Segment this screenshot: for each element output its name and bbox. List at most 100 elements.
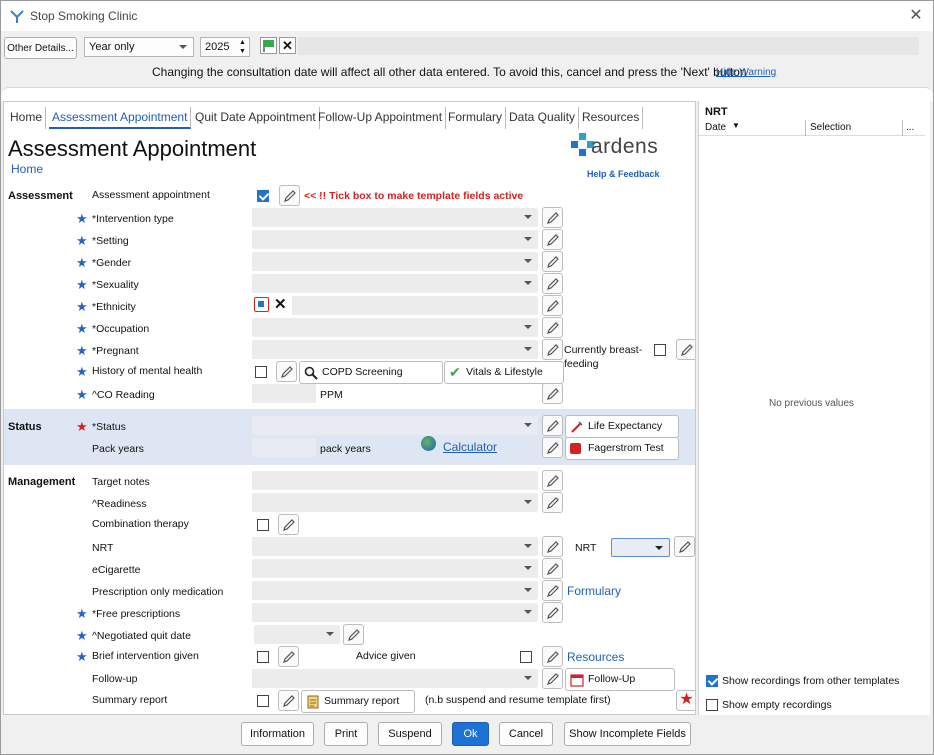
vitals-lifestyle-button[interactable]: ✔ Vitals & Lifestyle — [444, 361, 564, 384]
formulary-link[interactable]: Formulary — [567, 584, 621, 598]
col-date[interactable]: Date — [705, 122, 726, 133]
ethnicity-field[interactable] — [292, 296, 538, 315]
assessment-appointment-checkbox[interactable] — [257, 190, 269, 202]
tab-home[interactable]: Home — [7, 107, 47, 129]
ecigarette-dropdown[interactable] — [252, 559, 538, 578]
show-empty-checkbox[interactable] — [706, 699, 718, 711]
col-selection[interactable]: Selection — [810, 122, 851, 133]
pom-dropdown[interactable] — [252, 581, 538, 600]
help-feedback-link[interactable]: Help & Feedback — [587, 169, 660, 179]
gender-dropdown[interactable] — [252, 252, 538, 271]
edit-pencil-button[interactable] — [542, 558, 563, 579]
edit-pencil-button[interactable] — [542, 646, 563, 667]
nrt-quantity-dropdown[interactable] — [611, 538, 670, 557]
edit-pencil-button[interactable] — [278, 514, 299, 535]
readiness-dropdown[interactable] — [252, 493, 538, 512]
tab-data-quality[interactable]: Data Quality — [506, 107, 580, 129]
copd-screening-button[interactable]: COPD Screening — [299, 361, 443, 384]
pregnant-dropdown[interactable] — [252, 340, 538, 359]
tab-follow-up-appointment[interactable]: Follow-Up Appointment — [315, 107, 447, 129]
title-bar: Stop Smoking Clinic ✕ — [1, 1, 933, 31]
flag-button[interactable] — [260, 37, 277, 54]
edit-pencil-button[interactable] — [542, 251, 563, 272]
summary-report-checkbox[interactable] — [257, 695, 269, 707]
resources-link[interactable]: Resources — [567, 650, 624, 664]
other-details-button[interactable]: Other Details... — [4, 37, 77, 59]
occupation-dropdown[interactable] — [252, 318, 538, 337]
report-icon — [307, 695, 319, 709]
edit-pencil-button[interactable] — [542, 602, 563, 623]
edit-pencil-button[interactable] — [542, 470, 563, 491]
brief-intervention-checkbox[interactable] — [257, 651, 269, 663]
close-icon[interactable]: ✕ — [906, 7, 926, 25]
edit-pencil-button[interactable] — [542, 437, 563, 458]
breastfeeding-checkbox[interactable] — [654, 344, 666, 356]
print-button[interactable]: Print — [324, 722, 368, 746]
tick-box-note: << !! Tick box to make template fields a… — [304, 190, 524, 202]
target-notes-input[interactable] — [252, 471, 538, 490]
hide-warning-link[interactable]: Hide Warning — [716, 67, 776, 78]
combination-therapy-checkbox[interactable] — [257, 519, 269, 531]
quit-date-picker[interactable] — [254, 625, 340, 644]
chevron-down-icon — [524, 423, 532, 427]
nrt-right-label: NRT — [575, 542, 597, 554]
pencil-icon — [283, 695, 295, 707]
col-more[interactable]: ... — [906, 122, 914, 133]
tab-formulary[interactable]: Formulary — [445, 107, 507, 129]
life-expectancy-button[interactable]: Life Expectancy — [565, 415, 679, 438]
advice-given-checkbox[interactable] — [520, 651, 532, 663]
intervention-type-dropdown[interactable] — [252, 208, 538, 227]
required-star-icon: ★ — [76, 628, 88, 643]
edit-pencil-button[interactable] — [542, 339, 563, 360]
show-incomplete-button[interactable]: Show Incomplete Fields — [564, 722, 691, 746]
mental-health-checkbox[interactable] — [255, 366, 267, 378]
edit-pencil-button[interactable] — [674, 536, 695, 557]
period-select[interactable]: Year only — [84, 37, 194, 57]
follow-up-dropdown[interactable] — [252, 669, 538, 688]
edit-pencil-button[interactable] — [542, 273, 563, 294]
edit-pencil-button[interactable] — [542, 580, 563, 601]
edit-pencil-button[interactable] — [542, 383, 563, 404]
star-red-icon[interactable]: ★ — [676, 690, 695, 711]
clear-icon[interactable]: ✕ — [274, 295, 287, 313]
cancel-button[interactable]: Cancel — [499, 722, 553, 746]
co-reading-input[interactable] — [252, 384, 316, 403]
year-spinner[interactable]: 2025 ▲ ▼ — [200, 37, 250, 57]
tab-assessment-appointment[interactable]: Assessment Appointment — [49, 107, 192, 129]
edit-pencil-button[interactable] — [542, 295, 563, 316]
edit-pencil-button[interactable] — [542, 492, 563, 513]
follow-up-button[interactable]: Follow-Up — [565, 668, 675, 691]
tab-quit-date-appointment[interactable]: Quit Date Appointment — [192, 107, 320, 129]
ardens-logo[interactable]: ardens Help & Feedback — [570, 132, 680, 182]
suspend-button[interactable]: Suspend — [378, 722, 442, 746]
fagerstrom-test-button[interactable]: Fagerstrom Test — [565, 437, 679, 460]
edit-pencil-button[interactable] — [276, 361, 297, 382]
sexuality-dropdown[interactable] — [252, 274, 538, 293]
show-other-checkbox[interactable] — [706, 675, 718, 687]
free-prescriptions-dropdown[interactable] — [252, 603, 538, 622]
nrt-dropdown[interactable] — [252, 537, 538, 556]
spin-arrows-icon[interactable]: ▲ ▼ — [239, 38, 246, 56]
home-link[interactable]: Home — [11, 162, 43, 176]
calculator-link[interactable]: Calculator — [443, 440, 497, 454]
edit-pencil-button[interactable] — [343, 624, 364, 645]
information-button[interactable]: Information — [241, 722, 314, 746]
edit-pencil-button[interactable] — [676, 339, 695, 360]
pack-years-input[interactable] — [252, 438, 316, 457]
clear-date-icon[interactable]: ✕ — [279, 37, 296, 54]
edit-pencil-button[interactable] — [278, 646, 299, 667]
edit-pencil-button[interactable] — [542, 415, 563, 436]
edit-pencil-button[interactable] — [542, 536, 563, 557]
edit-pencil-button[interactable] — [278, 690, 299, 711]
edit-pencil-button[interactable] — [542, 317, 563, 338]
edit-pencil-button[interactable] — [279, 185, 300, 206]
ethnicity-picker-icon[interactable] — [254, 297, 269, 312]
tab-resources[interactable]: Resources — [579, 107, 644, 129]
ok-button[interactable]: Ok — [452, 722, 489, 746]
summary-report-button[interactable]: Summary report — [301, 690, 415, 713]
status-dropdown[interactable] — [252, 416, 538, 435]
setting-dropdown[interactable] — [252, 230, 538, 249]
edit-pencil-button[interactable] — [542, 668, 563, 689]
edit-pencil-button[interactable] — [542, 229, 563, 250]
edit-pencil-button[interactable] — [542, 207, 563, 228]
